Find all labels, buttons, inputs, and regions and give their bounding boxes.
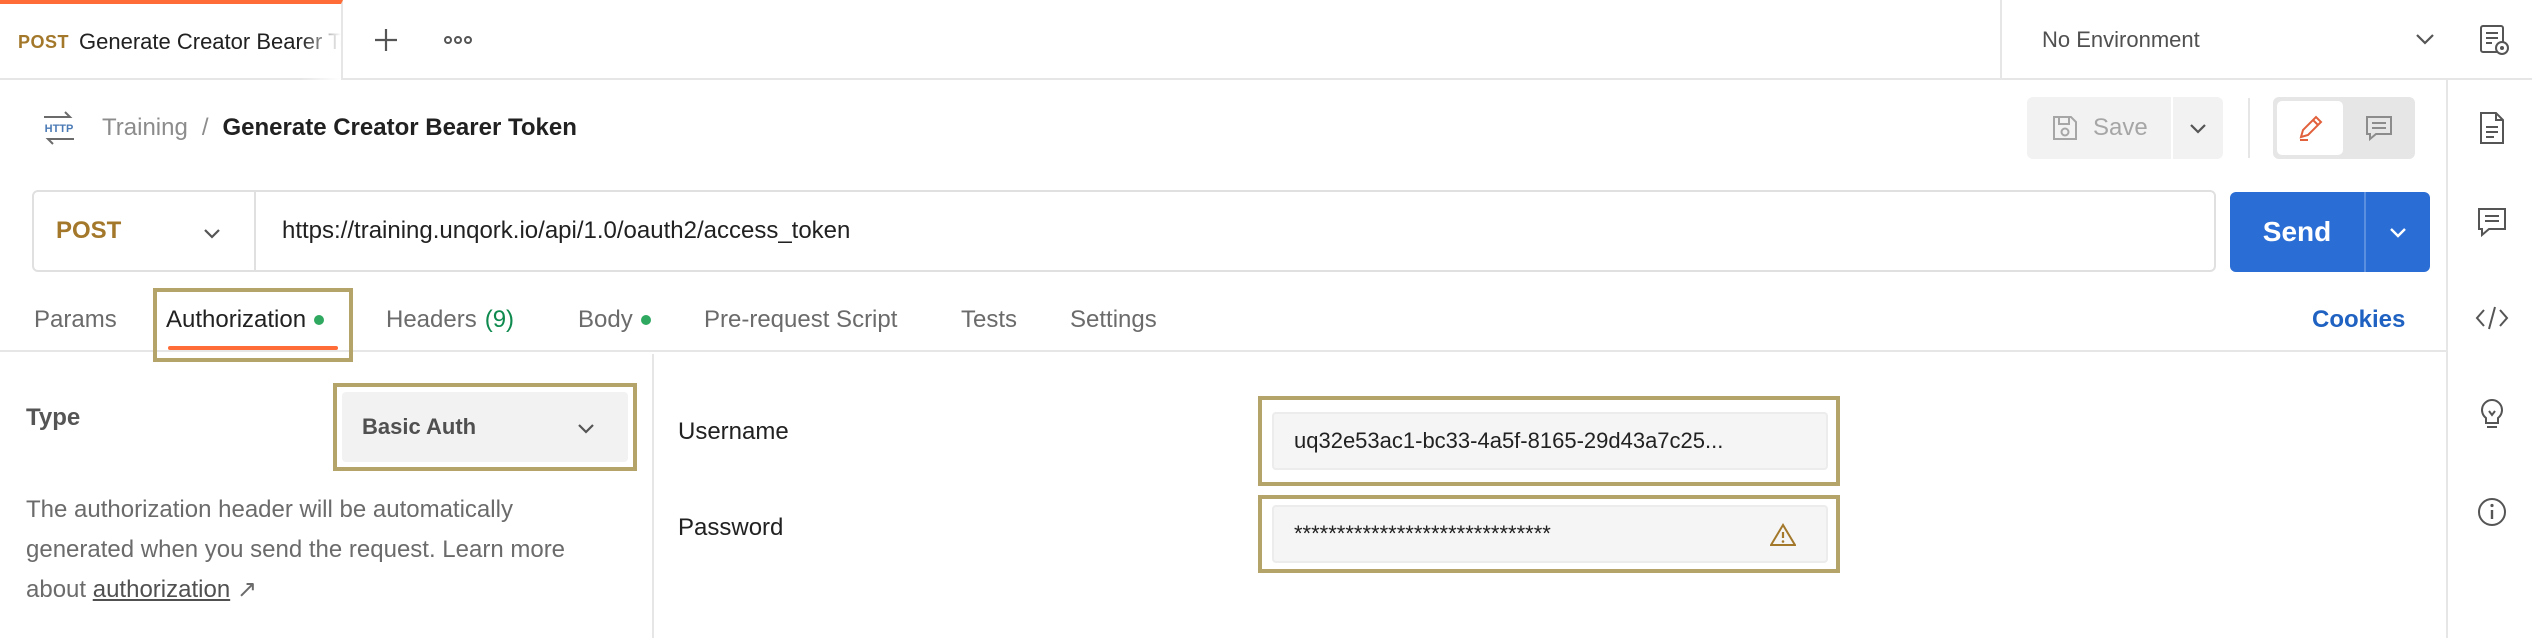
pencil-icon[interactable] bbox=[2277, 101, 2343, 155]
environment-label: No Environment bbox=[2042, 27, 2200, 52]
environment-eye-icon[interactable] bbox=[2474, 20, 2514, 60]
highlight-box bbox=[153, 288, 353, 362]
save-group: Save bbox=[2027, 97, 2223, 159]
more-icon[interactable] bbox=[438, 20, 478, 60]
external-link-icon: ↗ bbox=[236, 576, 257, 603]
auth-description: The authorization header will be automat… bbox=[26, 490, 626, 610]
breadcrumb-collection[interactable]: Training bbox=[102, 114, 188, 142]
code-icon[interactable] bbox=[2474, 300, 2510, 336]
tab-bar: POST Generate Creator Bearer Token No En… bbox=[0, 0, 2532, 80]
tab-title: Generate Creator Bearer Token bbox=[79, 29, 341, 54]
comment-icon[interactable] bbox=[2474, 204, 2510, 240]
tab-params[interactable]: Params bbox=[34, 300, 117, 340]
tab-label: Settings bbox=[1070, 306, 1157, 333]
send-button[interactable]: Send bbox=[2230, 192, 2366, 272]
status-dot bbox=[640, 315, 651, 325]
svg-text:HTTP: HTTP bbox=[45, 123, 74, 135]
tab-label: Body bbox=[578, 306, 633, 333]
method-label: POST bbox=[56, 217, 122, 244]
method-select[interactable]: POST bbox=[34, 192, 256, 270]
tab-label: Tests bbox=[961, 306, 1018, 333]
authorization-link[interactable]: authorization bbox=[93, 576, 230, 603]
mode-toggle bbox=[2273, 97, 2415, 159]
comment-icon[interactable] bbox=[2347, 101, 2411, 155]
save-dropdown-button[interactable] bbox=[2173, 97, 2223, 159]
cookies-link[interactable]: Cookies bbox=[2312, 300, 2405, 340]
chevron-down-icon bbox=[2190, 124, 2206, 134]
save-label: Save bbox=[2093, 114, 2148, 141]
environment-selector[interactable]: No Environment bbox=[2000, 0, 2486, 80]
request-title[interactable]: Generate Creator Bearer Token bbox=[223, 114, 577, 142]
save-icon bbox=[2053, 116, 2077, 140]
tab-label: Pre-request Script bbox=[704, 306, 898, 333]
tab-count: (9) bbox=[484, 306, 515, 333]
password-label: Password bbox=[678, 514, 784, 541]
highlight-box bbox=[1258, 396, 1840, 486]
send-dropdown-button[interactable] bbox=[2366, 192, 2430, 272]
highlight-box bbox=[333, 383, 637, 471]
tab-method: POST bbox=[18, 31, 70, 52]
request-tab[interactable]: POST Generate Creator Bearer Token bbox=[0, 0, 343, 80]
tab-pre-request-script[interactable]: Pre-request Script bbox=[704, 300, 897, 340]
url-bar: POST https://training.unqork.io/api/1.0/… bbox=[32, 190, 2216, 272]
tab-headers[interactable]: Headers (9) bbox=[386, 300, 514, 340]
breadcrumb: HTTP Training / Generate Creator Bearer … bbox=[40, 105, 577, 151]
chevron-down-icon bbox=[2412, 26, 2438, 58]
tab-tests[interactable]: Tests bbox=[961, 300, 1017, 340]
tab-label: Params bbox=[34, 306, 117, 333]
document-icon[interactable] bbox=[2474, 110, 2510, 146]
chevron-down-icon bbox=[200, 221, 224, 252]
send-button-group: Send bbox=[2230, 192, 2430, 272]
info-icon[interactable] bbox=[2474, 494, 2510, 530]
plus-icon[interactable] bbox=[366, 20, 406, 60]
tab-label: Headers bbox=[386, 306, 477, 333]
tab-settings[interactable]: Settings bbox=[1070, 300, 1157, 340]
type-label: Type bbox=[26, 404, 81, 431]
lightbulb-icon[interactable] bbox=[2474, 396, 2510, 432]
chevron-down-icon bbox=[2390, 228, 2406, 238]
highlight-box bbox=[1258, 495, 1840, 573]
toolbar-divider bbox=[2248, 98, 2250, 158]
save-button[interactable]: Save bbox=[2027, 97, 2173, 159]
url-input[interactable]: https://training.unqork.io/api/1.0/oauth… bbox=[256, 217, 850, 245]
http-icon: HTTP bbox=[40, 109, 78, 147]
right-sidebar bbox=[2446, 80, 2532, 638]
tab-body[interactable]: Body bbox=[578, 300, 651, 340]
breadcrumb-separator: / bbox=[201, 114, 209, 141]
username-label: Username bbox=[678, 418, 789, 445]
request-tabs: Params Authorization Headers (9) Body Pre… bbox=[0, 290, 2446, 352]
